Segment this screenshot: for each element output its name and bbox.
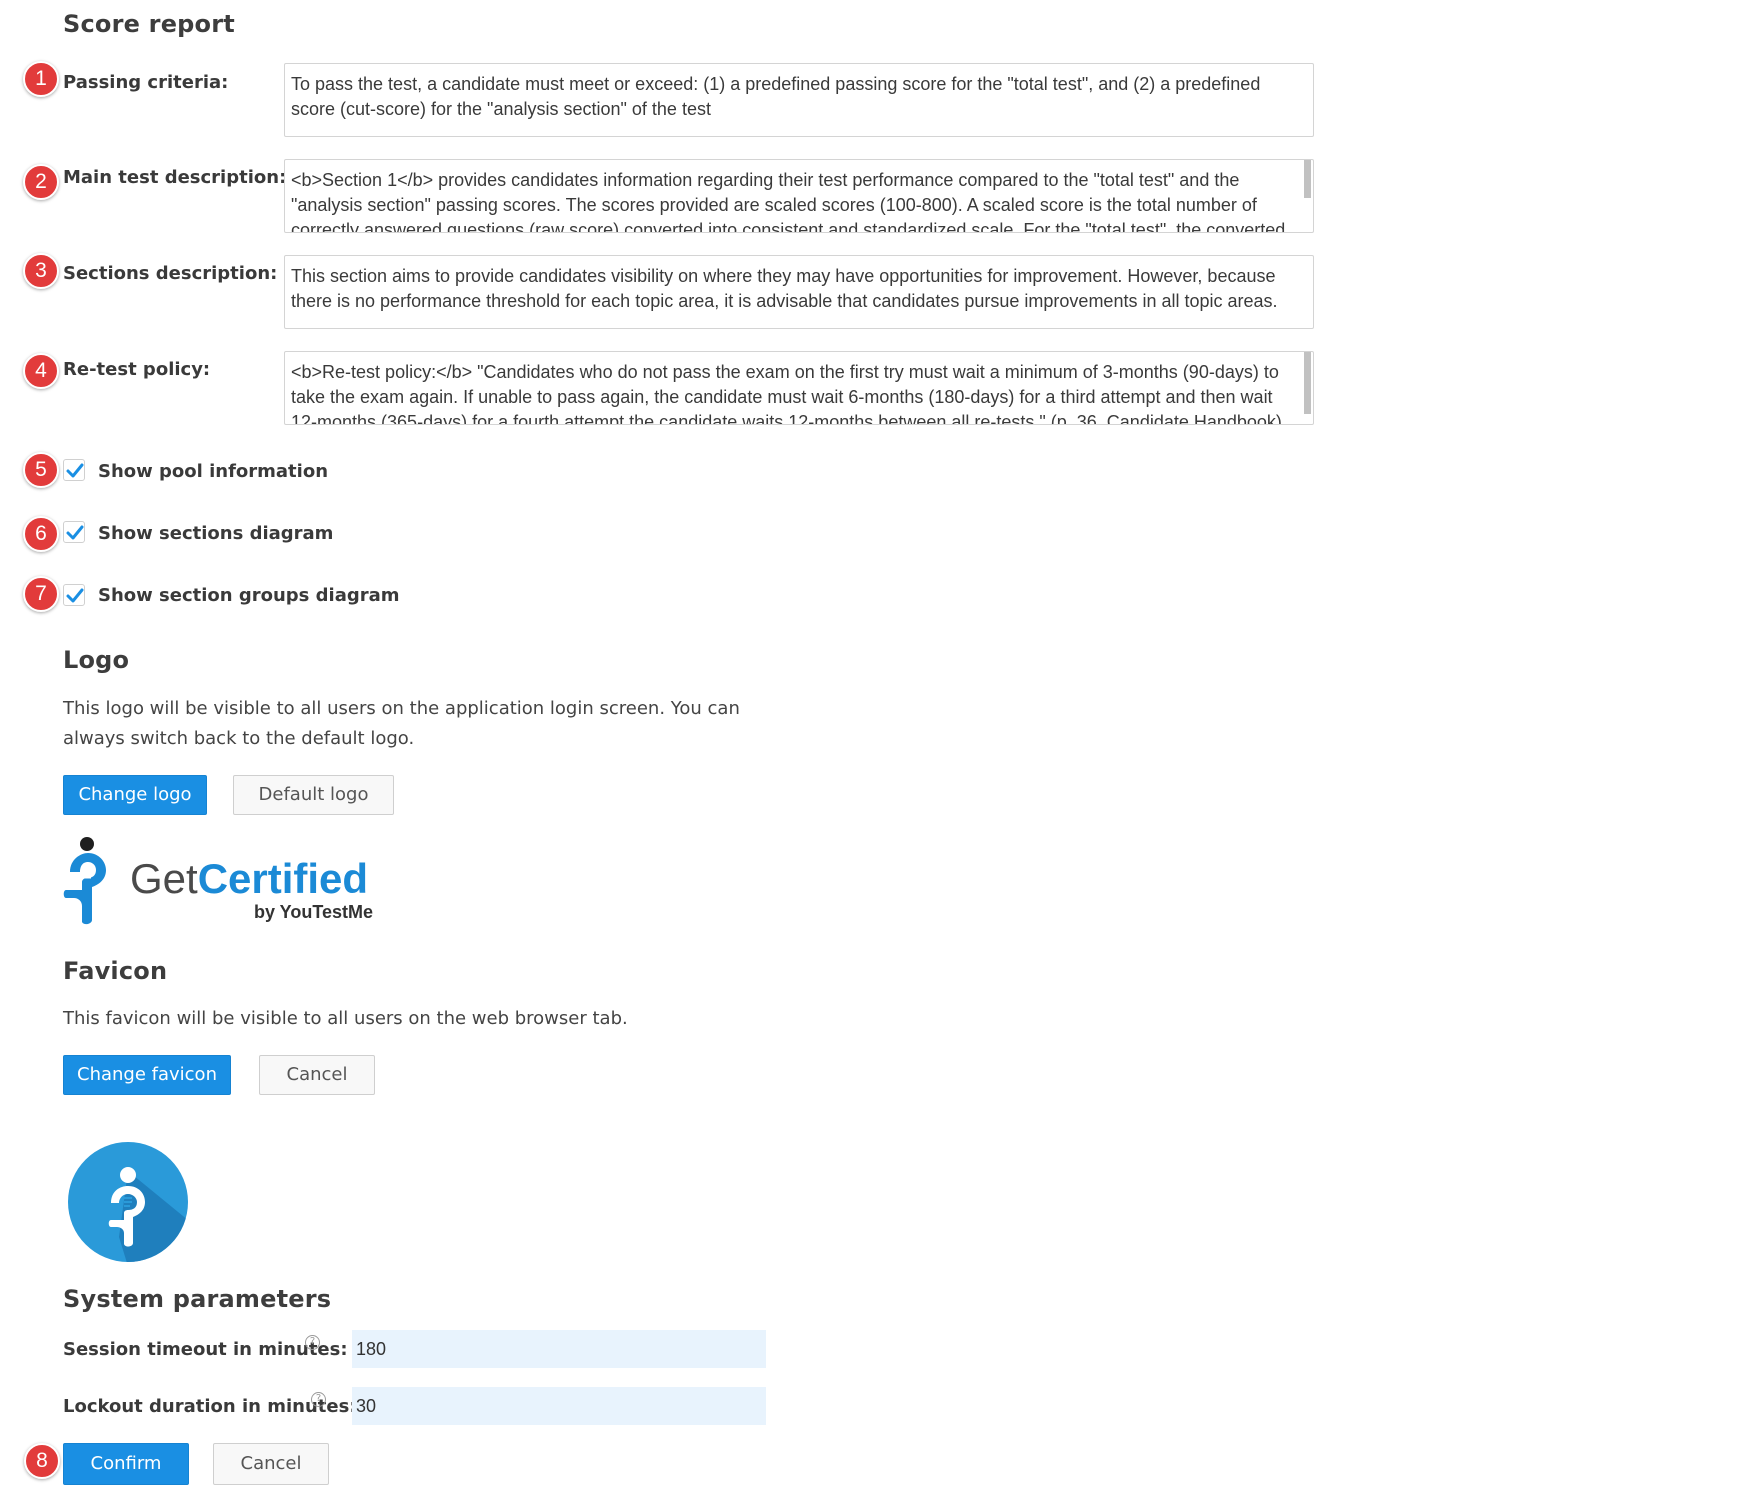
re-test-policy-scrollbar[interactable] <box>1304 352 1311 414</box>
getcertified-wordmark: GetCertified <box>130 856 368 902</box>
annotation-badge-4: 4 <box>23 353 59 389</box>
footer-cancel-button[interactable]: Cancel <box>213 1443 329 1485</box>
brand-certified-text: Certified <box>197 855 369 902</box>
default-logo-button[interactable]: Default logo <box>233 775 394 815</box>
favicon-description: This favicon will be visible to all user… <box>63 1008 628 1029</box>
annotation-badge-5: 5 <box>23 452 59 488</box>
passing-criteria-textarea[interactable]: To pass the test, a candidate must meet … <box>284 63 1314 137</box>
annotation-badge-8: 8 <box>24 1443 60 1479</box>
annotation-badge-6: 6 <box>23 516 59 552</box>
favicon-preview <box>67 1141 189 1263</box>
show-sections-diagram-checkbox[interactable] <box>63 521 85 543</box>
getcertified-logo: GetCertified by YouTestMe <box>60 836 390 926</box>
change-logo-button[interactable]: Change logo <box>63 775 207 815</box>
main-test-description-label: Main test description: <box>63 167 287 188</box>
re-test-policy-text: <b>Re-test policy:</b> "Candidates who d… <box>291 362 1282 425</box>
show-section-groups-diagram-label[interactable]: Show section groups diagram <box>98 585 400 606</box>
main-test-description-textarea[interactable]: <b>Section 1</b> provides candidates inf… <box>284 159 1314 233</box>
logo-section-title: Logo <box>63 646 130 674</box>
session-timeout-input[interactable]: 180 <box>352 1330 766 1368</box>
annotation-badge-1: 1 <box>23 61 59 97</box>
annotation-badge-7: 7 <box>23 576 59 612</box>
re-test-policy-textarea[interactable]: <b>Re-test policy:</b> "Candidates who d… <box>284 351 1314 425</box>
getcertified-mark-icon <box>63 837 106 925</box>
show-section-groups-diagram-checkbox[interactable] <box>63 584 85 606</box>
logo-description-line2: always switch back to the default logo. <box>63 728 415 749</box>
show-pool-information-checkbox[interactable] <box>63 459 85 481</box>
favicon-cancel-button[interactable]: Cancel <box>259 1055 375 1095</box>
checkmark-icon <box>66 463 84 478</box>
lockout-duration-help-icon[interactable]: ? <box>311 1392 326 1407</box>
show-pool-information-label[interactable]: Show pool information <box>98 461 328 482</box>
main-test-description-scrollbar[interactable] <box>1304 160 1311 198</box>
annotation-badge-3: 3 <box>23 253 59 289</box>
system-parameters-title: System parameters <box>63 1285 332 1313</box>
confirm-button[interactable]: Confirm <box>63 1443 189 1485</box>
session-timeout-help-icon[interactable]: ? <box>305 1335 320 1350</box>
score-report-title: Score report <box>63 10 235 38</box>
brand-by-text: by YouTestMe <box>254 902 374 922</box>
passing-criteria-label: Passing criteria: <box>63 72 229 93</box>
re-test-policy-label: Re-test policy: <box>63 359 211 380</box>
change-favicon-button[interactable]: Change favicon <box>63 1055 231 1095</box>
lockout-duration-input[interactable]: 30 <box>352 1387 766 1425</box>
brand-get-text: Get <box>130 855 198 902</box>
checkmark-icon <box>66 525 84 540</box>
favicon-image-icon <box>68 1142 188 1262</box>
annotation-badge-2: 2 <box>23 164 59 200</box>
checkmark-icon <box>66 588 84 603</box>
favicon-section-title: Favicon <box>63 957 168 985</box>
show-sections-diagram-label[interactable]: Show sections diagram <box>98 523 333 544</box>
logo-description-line1: This logo will be visible to all users o… <box>63 698 740 719</box>
sections-description-label: Sections description: <box>63 263 278 284</box>
sections-description-textarea[interactable]: This section aims to provide candidates … <box>284 255 1314 329</box>
main-test-description-text: <b>Section 1</b> provides candidates inf… <box>291 170 1286 233</box>
